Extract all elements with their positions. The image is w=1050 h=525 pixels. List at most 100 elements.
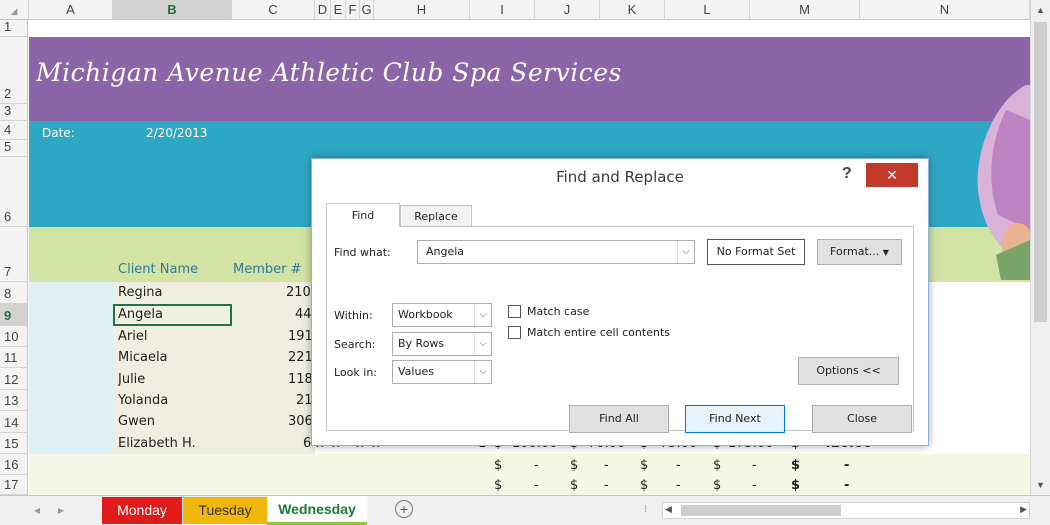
scroll-up-arrow[interactable]: ▲ <box>1031 0 1050 20</box>
close-button[interactable]: Close <box>812 405 912 433</box>
dropdown-arrow-icon: ▼ <box>882 248 889 257</box>
client-name-cell[interactable]: Julie <box>118 372 145 387</box>
dash-cell[interactable]: - <box>534 458 539 473</box>
member-number-cell[interactable]: 44 <box>295 307 312 322</box>
row-header-1[interactable]: 1 <box>0 19 28 37</box>
row-header-16[interactable]: 16 <box>0 454 28 475</box>
dash-cell[interactable]: - <box>676 458 681 473</box>
row-header-10[interactable]: 10 <box>0 326 28 347</box>
client-name-cell[interactable]: Regina <box>118 285 163 300</box>
scroll-down-arrow[interactable]: ▼ <box>1031 475 1050 495</box>
match-entire-cell-checkbox[interactable] <box>508 326 521 339</box>
member-number-cell[interactable]: 191 <box>288 329 313 344</box>
scroll-thumb[interactable] <box>1034 22 1047 322</box>
row-header-7[interactable]: 7 <box>0 227 28 282</box>
column-header-n[interactable]: N <box>860 0 1030 20</box>
select-all-corner[interactable]: ◢ <box>0 0 29 20</box>
horizontal-scrollbar[interactable]: ◀ ▶ <box>662 502 1030 519</box>
row-header-5[interactable]: 5 <box>0 139 28 157</box>
client-name-cell[interactable]: Yolanda <box>118 393 168 408</box>
column-header-h[interactable]: H <box>374 0 470 20</box>
date-value[interactable]: 2/20/2013 <box>146 126 208 140</box>
dash-cell[interactable]: - <box>604 458 609 473</box>
match-entire-cell-label[interactable]: Match entire cell contents <box>527 326 670 339</box>
client-name-cell[interactable]: Angela <box>118 307 163 322</box>
row-header-11[interactable]: 11 <box>0 347 28 368</box>
hscroll-right-arrow[interactable]: ▶ <box>1020 504 1027 515</box>
column-header-i[interactable]: I <box>470 0 535 20</box>
add-sheet-button[interactable]: + <box>395 500 413 518</box>
client-name-cell[interactable]: Micaela <box>118 350 168 365</box>
header-member-number[interactable]: Member # <box>233 262 302 277</box>
tab-scroll-next[interactable]: ▸ <box>58 503 64 517</box>
row-header-8[interactable]: 8 <box>0 282 28 304</box>
format-button[interactable]: Format... ▼ <box>817 239 902 265</box>
client-name-cell[interactable]: Gwen <box>118 414 155 429</box>
dash-cell[interactable]: - <box>752 478 757 493</box>
close-dialog-button[interactable]: × <box>866 163 918 187</box>
sheet-title[interactable]: Michigan Avenue Athletic Club Spa Servic… <box>36 58 622 87</box>
column-header-k[interactable]: K <box>600 0 665 20</box>
row-header-17[interactable]: 17 <box>0 475 28 495</box>
match-case-checkbox[interactable] <box>508 305 521 318</box>
member-number-cell[interactable]: 306 <box>288 414 313 429</box>
dash-cell[interactable]: - <box>534 478 539 493</box>
column-header-l[interactable]: L <box>665 0 750 20</box>
chevron-down-icon[interactable]: ⌵ <box>677 241 694 263</box>
find-replace-dialog: Find and Replace ? × Find Replace Find w… <box>311 158 929 446</box>
row-header-6[interactable]: 6 <box>0 157 28 227</box>
chevron-down-icon[interactable]: ⌵ <box>474 333 491 355</box>
row-header-2[interactable]: 2 <box>0 37 28 104</box>
tab-splitter-icon[interactable]: ⁝ <box>644 504 647 515</box>
column-header-b[interactable]: B <box>113 0 232 20</box>
row-header-12[interactable]: 12 <box>0 368 28 390</box>
header-client-name[interactable]: Client Name <box>118 262 198 277</box>
column-header-d[interactable]: D <box>315 0 331 20</box>
chevron-down-icon[interactable]: ⌵ <box>474 361 491 383</box>
dash-cell[interactable]: - <box>604 478 609 493</box>
tab-tuesday[interactable]: Tuesday <box>183 497 267 524</box>
tab-replace[interactable]: Replace <box>400 205 472 226</box>
hscroll-left-arrow[interactable]: ◀ <box>665 504 672 515</box>
find-all-button[interactable]: Find All <box>569 405 669 433</box>
chevron-down-icon[interactable]: ⌵ <box>474 304 491 326</box>
column-header-c[interactable]: C <box>232 0 315 20</box>
row-header-4[interactable]: 4 <box>0 121 28 140</box>
dash-cell[interactable]: - <box>676 478 681 493</box>
tab-monday[interactable]: Monday <box>102 497 182 524</box>
column-header-g[interactable]: G <box>360 0 374 20</box>
find-next-button[interactable]: Find Next <box>685 405 785 433</box>
column-header-m[interactable]: M <box>750 0 860 20</box>
tab-scroll-prev[interactable]: ◂ <box>34 503 40 517</box>
hscroll-thumb[interactable] <box>681 505 841 516</box>
row-header-13[interactable]: 13 <box>0 390 28 411</box>
column-header-f[interactable]: F <box>346 0 360 20</box>
dash-cell[interactable]: - <box>844 478 849 493</box>
find-what-input[interactable]: Angela ⌵ <box>417 240 695 264</box>
vertical-scrollbar[interactable]: ▲ ▼ <box>1030 0 1050 495</box>
look-in-select[interactable]: Values ⌵ <box>392 360 492 384</box>
column-header-e[interactable]: E <box>331 0 346 20</box>
row-header-15[interactable]: 15 <box>0 433 28 454</box>
date-label[interactable]: Date: <box>42 126 75 140</box>
dash-cell[interactable]: - <box>752 458 757 473</box>
tab-find[interactable]: Find <box>326 203 400 227</box>
match-case-label[interactable]: Match case <box>527 305 589 318</box>
help-button[interactable]: ? <box>842 165 852 183</box>
member-number-cell[interactable]: 210 <box>286 285 311 300</box>
client-name-cell[interactable]: Elizabeth H. <box>118 436 196 451</box>
dash-cell[interactable]: - <box>844 458 849 473</box>
column-header-a[interactable]: A <box>29 0 113 20</box>
client-name-cell[interactable]: Ariel <box>118 329 147 344</box>
member-number-cell[interactable]: 118 <box>288 372 313 387</box>
options-button[interactable]: Options << <box>798 357 899 385</box>
row-header-14[interactable]: 14 <box>0 411 28 433</box>
member-number-cell[interactable]: 221 <box>288 350 313 365</box>
row-header-3[interactable]: 3 <box>0 103 28 121</box>
search-select[interactable]: By Rows ⌵ <box>392 332 492 356</box>
search-value: By Rows <box>398 337 445 350</box>
within-select[interactable]: Workbook ⌵ <box>392 303 492 327</box>
row-header-9[interactable]: 9 <box>0 304 28 326</box>
column-header-j[interactable]: J <box>535 0 600 20</box>
tab-wednesday[interactable]: Wednesday <box>267 496 367 525</box>
